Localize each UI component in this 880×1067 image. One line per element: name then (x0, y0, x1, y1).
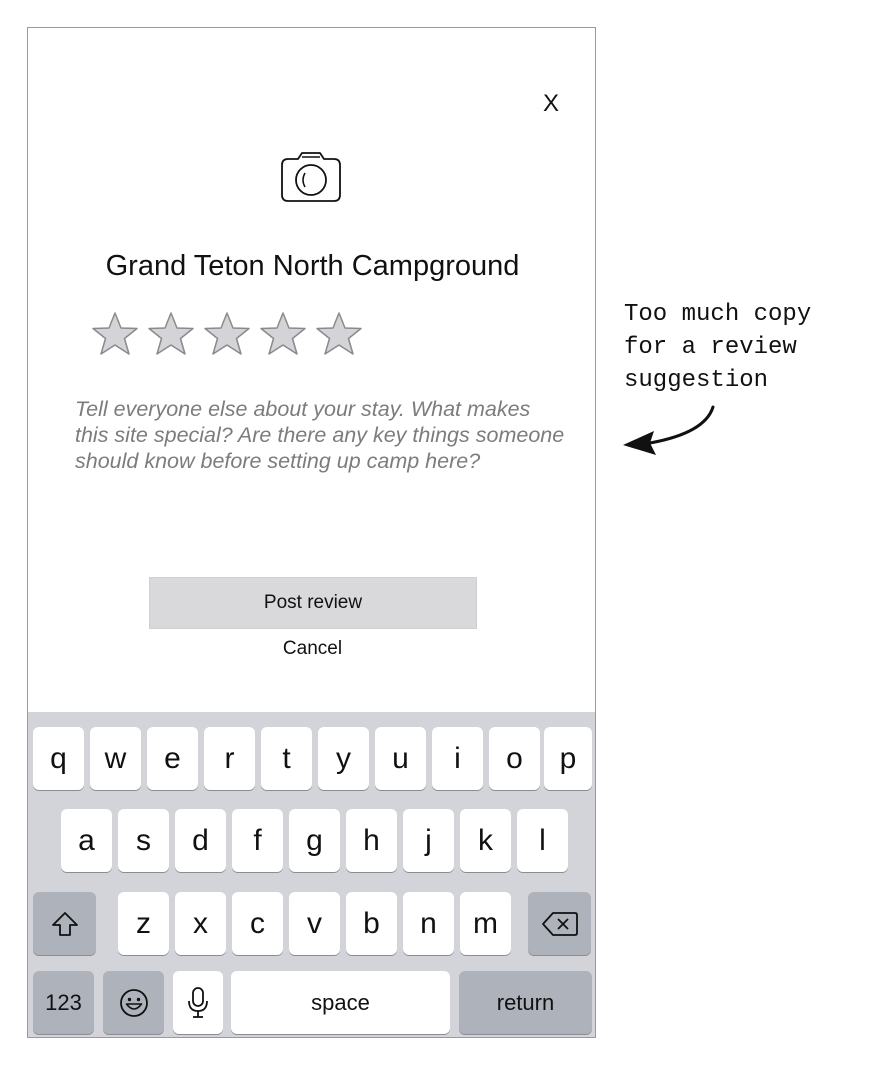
key-d[interactable]: d (175, 809, 226, 872)
phone-screen: X Grand Teton North Campground Tell ever… (27, 27, 596, 1038)
key-v[interactable]: v (289, 892, 340, 955)
close-button[interactable]: X (533, 86, 569, 122)
shift-icon (51, 911, 78, 936)
camera-icon[interactable] (276, 145, 346, 209)
key-e[interactable]: e (147, 727, 198, 790)
return-key[interactable]: return (459, 971, 592, 1034)
arrow-icon (623, 405, 715, 455)
key-t[interactable]: t (261, 727, 312, 790)
key-l[interactable]: l (517, 809, 568, 872)
key-q[interactable]: q (33, 727, 84, 790)
key-p[interactable]: p (544, 727, 592, 790)
keyboard: q w e r t y u i o p a s d f g h j k l z … (28, 712, 595, 1037)
key-x[interactable]: x (175, 892, 226, 955)
shift-key[interactable] (33, 892, 96, 955)
backspace-icon (541, 911, 578, 936)
key-h[interactable]: h (346, 809, 397, 872)
key-n[interactable]: n (403, 892, 454, 955)
cancel-button[interactable]: Cancel (28, 638, 595, 660)
key-b[interactable]: b (346, 892, 397, 955)
review-input[interactable]: Tell everyone else about your stay. What… (75, 396, 565, 474)
microphone-key[interactable] (173, 971, 223, 1034)
numbers-key[interactable]: 123 (33, 971, 94, 1034)
emoji-key[interactable] (103, 971, 164, 1034)
key-j[interactable]: j (403, 809, 454, 872)
key-c[interactable]: c (232, 892, 283, 955)
key-k[interactable]: k (460, 809, 511, 872)
key-z[interactable]: z (118, 892, 169, 955)
key-s[interactable]: s (118, 809, 169, 872)
key-m[interactable]: m (460, 892, 511, 955)
key-y[interactable]: y (318, 727, 369, 790)
star-icon[interactable] (147, 310, 195, 358)
key-i[interactable]: i (432, 727, 483, 790)
key-g[interactable]: g (289, 809, 340, 872)
space-key[interactable]: space (231, 971, 450, 1034)
star-icon[interactable] (203, 310, 251, 358)
emoji-icon (119, 988, 148, 1017)
key-o[interactable]: o (489, 727, 540, 790)
star-icon[interactable] (259, 310, 307, 358)
star-icon[interactable] (315, 310, 363, 358)
annotation-note: Too much copy for a review suggestion (624, 301, 812, 394)
star-icon[interactable] (91, 310, 139, 358)
key-u[interactable]: u (375, 727, 426, 790)
key-w[interactable]: w (90, 727, 141, 790)
backspace-key[interactable] (528, 892, 591, 955)
key-f[interactable]: f (232, 809, 283, 872)
campground-title: Grand Teton North Campground (105, 250, 520, 282)
microphone-icon (188, 986, 208, 1018)
post-review-button[interactable]: Post review (149, 577, 477, 629)
key-r[interactable]: r (204, 727, 255, 790)
star-rating[interactable] (91, 310, 363, 360)
key-a[interactable]: a (61, 809, 112, 872)
